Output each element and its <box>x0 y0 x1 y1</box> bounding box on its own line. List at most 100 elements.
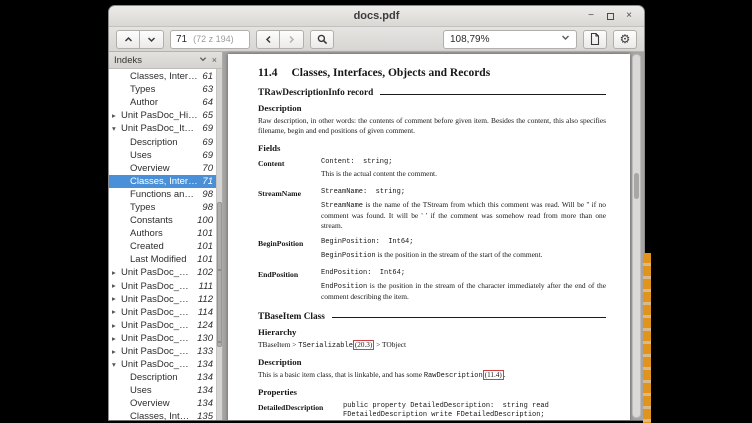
document-viewport: 11.4Classes, Interfaces, Objects and Rec… <box>223 52 644 420</box>
properties-heading: Properties <box>258 387 606 397</box>
history-forward-button[interactable] <box>280 30 304 49</box>
expander-icon[interactable]: ▾ <box>112 361 121 369</box>
field-term: StreamName <box>258 188 321 233</box>
field-description: This is the actual content the comment. <box>321 169 606 180</box>
expander-icon[interactable]: ▸ <box>112 269 121 277</box>
history-nav-group <box>256 30 304 49</box>
index-item[interactable]: Uses134 <box>109 384 222 397</box>
minimize-icon: − <box>588 11 594 21</box>
index-item[interactable]: ▸Unit PasDoc_Reg133 <box>109 345 222 358</box>
search-button[interactable] <box>310 30 334 49</box>
property-signature-line2: FDetailedDescription write FDetailedDesc… <box>343 411 606 420</box>
index-item[interactable]: ▸Unit PasDoc_Parser124 <box>109 319 222 332</box>
index-item[interactable]: ▸Unit PasDoc_Opti...114 <box>109 306 222 319</box>
class-description-heading: Description <box>258 357 606 367</box>
close-button[interactable]: × <box>621 9 637 24</box>
property-term: DetailedDescription <box>258 402 343 421</box>
expander-icon[interactable]: ▸ <box>112 295 121 303</box>
sidebar-mode-select[interactable]: Indeks <box>114 55 194 66</box>
page-nav-group <box>116 30 164 49</box>
field-row: Content Content: string; This is the act… <box>258 158 606 184</box>
index-item[interactable]: ▸Unit PasDoc_Main111 <box>109 280 222 293</box>
document-icon <box>590 33 600 45</box>
window-controls: − × <box>583 9 644 24</box>
search-icon <box>317 34 328 45</box>
index-item[interactable]: Classes, Interfa...135 <box>109 410 222 420</box>
index-item[interactable]: Uses69 <box>109 149 222 162</box>
field-description: EndPosition is the position in the strea… <box>321 281 606 302</box>
pdf-viewer-window: docs.pdf − × 71 (72 z 194) <box>108 5 645 421</box>
expander-icon[interactable]: ▸ <box>112 348 121 356</box>
sidebar-scrollbar-thumb[interactable] <box>217 202 222 347</box>
field-signature: EndPosition: Int64; <box>321 269 606 278</box>
record-heading: TRawDescriptionInfo record <box>258 88 606 98</box>
index-item[interactable]: Functions and P...98 <box>109 188 222 201</box>
expander-icon[interactable]: ▸ <box>112 322 121 330</box>
gear-icon: ⚙ <box>620 33 631 45</box>
titlebar[interactable]: docs.pdf − × <box>109 6 644 27</box>
previous-page-button[interactable] <box>116 30 140 49</box>
field-description: BeginPosition is the position in the str… <box>321 250 606 261</box>
history-back-button[interactable] <box>256 30 280 49</box>
index-item[interactable]: Authors101 <box>109 227 222 240</box>
maximize-icon <box>607 13 614 20</box>
index-item[interactable]: Author64 <box>109 96 222 109</box>
index-item[interactable]: Overview134 <box>109 397 222 410</box>
field-row: StreamName StreamName: string; StreamNam… <box>258 188 606 233</box>
maximize-button[interactable] <box>602 9 618 24</box>
sidebar-close-button[interactable]: × <box>212 56 217 65</box>
field-term: Content <box>258 158 321 184</box>
expander-icon[interactable]: ▸ <box>112 282 121 290</box>
property-signature-line1: public property DetailedDescription: str… <box>343 402 606 411</box>
sidebar: Indeks × Classes, Interfa...61 Types63 A… <box>109 52 223 420</box>
pdf-page: 11.4Classes, Interfaces, Objects and Rec… <box>228 54 630 421</box>
index-item[interactable]: Overview70 <box>109 162 222 175</box>
description-text: Raw description, in other words: the con… <box>258 116 606 136</box>
settings-button[interactable]: ⚙ <box>613 30 637 49</box>
index-item[interactable]: Created101 <box>109 240 222 253</box>
zoom-level-value: 108,79% <box>450 34 489 45</box>
chevron-left-icon <box>264 35 273 44</box>
field-description: StreamName is the name of the TStream fr… <box>321 200 606 231</box>
index-item[interactable]: ▸Unit PasDoc_Proc...130 <box>109 332 222 345</box>
page-total-label: (72 z 194) <box>193 34 234 44</box>
index-item[interactable]: Last Modified101 <box>109 253 222 266</box>
chevron-down-icon[interactable] <box>199 55 207 65</box>
chevron-down-icon <box>561 33 570 45</box>
page-number-input[interactable]: 71 (72 z 194) <box>170 30 250 49</box>
index-item[interactable]: Types63 <box>109 83 222 96</box>
index-item[interactable]: ▸Unit PasDoc_Hier...65 <box>109 109 222 122</box>
document-properties-button[interactable] <box>583 30 607 49</box>
close-icon: × <box>626 11 632 21</box>
index-item[interactable]: Description134 <box>109 371 222 384</box>
next-page-button[interactable] <box>140 30 164 49</box>
field-signature: BeginPosition: Int64; <box>321 238 606 247</box>
cross-reference-link[interactable]: (11.4) <box>483 370 504 380</box>
index-item[interactable]: ▾Unit PasDoc_Sca...134 <box>109 358 222 371</box>
index-item[interactable]: ▸Unit PasDoc_Lan...102 <box>109 266 222 279</box>
index-item[interactable]: Classes, Interfa...61 <box>109 70 222 83</box>
expander-icon[interactable]: ▸ <box>112 112 121 120</box>
field-signature: Content: string; <box>321 158 606 167</box>
document-scrollbar[interactable] <box>632 54 641 418</box>
chevron-up-icon <box>124 35 133 44</box>
zoom-level-select[interactable]: 108,79% <box>443 30 577 49</box>
sidebar-scrollbar[interactable] <box>216 69 222 420</box>
field-row: BeginPosition BeginPosition: Int64; Begi… <box>258 238 606 264</box>
field-signature: StreamName: string; <box>321 188 606 197</box>
index-item[interactable]: Description69 <box>109 135 222 148</box>
expander-icon[interactable]: ▾ <box>112 125 121 133</box>
window-title: docs.pdf <box>109 10 644 22</box>
expander-icon[interactable]: ▸ <box>112 308 121 316</box>
minimize-button[interactable]: − <box>583 9 599 24</box>
hierarchy-line: TBaseItem > TSerializable(20.3) > TObjec… <box>258 340 606 351</box>
index-item-selected[interactable]: Classes, Interfa...71 <box>109 175 222 188</box>
index-item[interactable]: ▾Unit PasDoc_Items69 <box>109 122 222 135</box>
section-heading: 11.4Classes, Interfaces, Objects and Rec… <box>258 67 606 79</box>
expander-icon[interactable]: ▸ <box>112 335 121 343</box>
index-item[interactable]: Constants100 <box>109 214 222 227</box>
index-item[interactable]: Types98 <box>109 201 222 214</box>
index-item[interactable]: ▸Unit PasDoc_Obj...112 <box>109 293 222 306</box>
cross-reference-link[interactable]: (20.3) <box>353 340 374 350</box>
document-scrollbar-thumb[interactable] <box>634 173 639 199</box>
